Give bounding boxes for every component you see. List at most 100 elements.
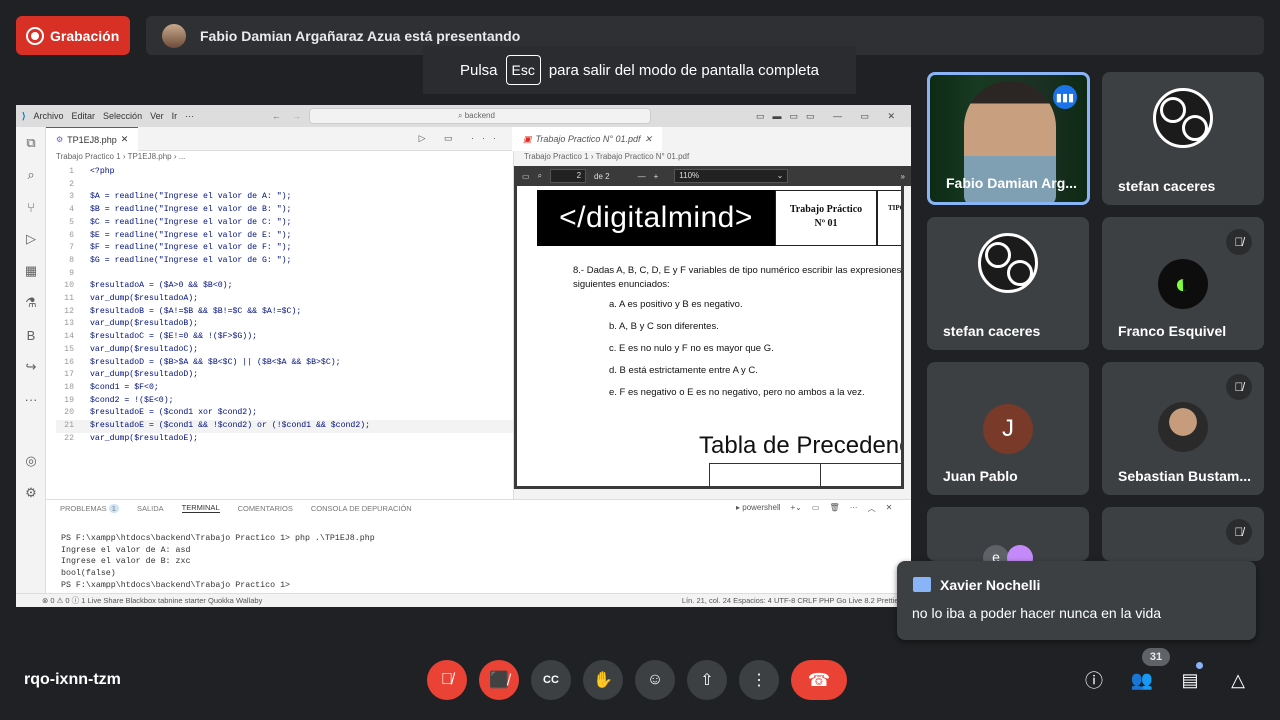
more-options-button[interactable]: ⋮ [739, 660, 779, 700]
code-line[interactable]: 17 var_dump($resultadoD); [56, 369, 516, 382]
close-icon[interactable]: ✕ [645, 134, 653, 145]
code-line[interactable]: 7 $F = readline("Ingrese el valor de F: "… [56, 242, 516, 255]
tab-problems[interactable]: PROBLEMAS 1 [60, 503, 119, 513]
split-icon[interactable]: ▭ [812, 503, 820, 514]
extensions-icon[interactable]: ▦ [16, 255, 46, 287]
code-line[interactable]: 14 $resultadoC = ($E!=0 && !($F>$G)); [56, 331, 516, 344]
chevron-up-icon[interactable]: ︿ [868, 503, 876, 514]
account-icon[interactable]: ◎ [16, 445, 46, 477]
back-arrow-icon[interactable]: ← [272, 111, 281, 121]
add-terminal-icon[interactable]: +⌄ [791, 503, 802, 514]
command-search[interactable]: ⌕ backend [309, 108, 651, 124]
reactions-button[interactable]: ☺ [635, 660, 675, 700]
participant-tile[interactable]: stefan caceres [927, 217, 1089, 350]
participant-tile[interactable]: J Juan Pablo [927, 362, 1089, 495]
captions-button[interactable]: CC [531, 660, 571, 700]
editor-actions[interactable]: ▷ ▭ ··· [419, 133, 504, 144]
raise-hand-button[interactable]: ✋ [583, 660, 623, 700]
recording-indicator[interactable]: Grabación [16, 16, 130, 55]
code-line[interactable]: 4 $B = readline("Ingrese el valor de B: "… [56, 204, 516, 217]
participant-tile[interactable]: e [927, 507, 1089, 561]
breadcrumb[interactable]: Trabajo Practico 1 › TP1EJ8.php › ... [56, 152, 185, 161]
code-line[interactable]: 2 [56, 179, 516, 192]
terminal-output[interactable]: PS F:\xampp\htdocs\backend\Trabajo Pract… [61, 533, 375, 592]
camera-toggle-button[interactable]: ⬛̸ [479, 660, 519, 700]
terminal-shell[interactable]: ▸ powershell [736, 503, 781, 514]
info-button[interactable]: ⓘ [1082, 668, 1106, 692]
menu-file[interactable]: Archivo [34, 111, 64, 121]
run-debug-icon[interactable]: ▷ [16, 223, 46, 255]
pdf-page[interactable]: </digitalmind> Trabajo Práctico Nº 01 TIP… [514, 186, 904, 489]
menu-go[interactable]: Ir [172, 111, 178, 121]
code-line[interactable]: 11 var_dump($resultadoA); [56, 293, 516, 306]
code-line[interactable]: 10 $resultadoA = ($A>0 && $B<0); [56, 280, 516, 293]
code-line[interactable]: 15 var_dump($resultadoC); [56, 344, 516, 357]
tab-comments[interactable]: COMENTARIOS [238, 504, 293, 513]
zoom-select[interactable]: 110% ⌄ [674, 169, 789, 183]
menu-more[interactable]: ··· [185, 111, 194, 121]
mic-toggle-button[interactable]: 🎙̸ [427, 660, 467, 700]
pdf-breadcrumb[interactable]: Trabajo Practico 1 › Trabajo Practico N°… [524, 152, 689, 161]
settings-gear-icon[interactable]: ⚙ [16, 477, 46, 509]
search-icon[interactable]: ⌕ [538, 171, 542, 181]
code-line[interactable]: 18 $cond1 = $F<0; [56, 382, 516, 395]
chat-notification[interactable]: Xavier Nochelli no lo iba a poder hacer … [897, 561, 1256, 640]
line-number: 18 [64, 382, 74, 392]
menu-view[interactable]: Ver [150, 111, 164, 121]
activities-button[interactable]: △ [1226, 668, 1250, 692]
tab-terminal[interactable]: TERMINAL [181, 503, 220, 513]
menu-edit[interactable]: Editar [72, 111, 96, 121]
code-line[interactable]: 8 $G = readline("Ingrese el valor de G: "… [56, 255, 516, 268]
status-left[interactable]: ⊗ 0 ⚠ 0 ⓘ 1 Live Share Blackbox tabnine … [16, 595, 262, 606]
tab-output[interactable]: SALIDA [137, 504, 164, 513]
participant-tile[interactable]: 🎙̸ [1102, 507, 1264, 561]
zoom-in-icon[interactable]: + [654, 172, 659, 181]
code-line[interactable]: 12 $resultadoB = ($A!=$B && $B!=$C && $A!… [56, 306, 516, 319]
people-button[interactable]: 👥 [1130, 668, 1154, 692]
tab-debug-console[interactable]: CONSOLA DE DEPURACIÓN [311, 504, 412, 513]
leave-call-button[interactable]: ☎ [791, 660, 847, 700]
participant-tile[interactable]: 🎙̸ Sebastian Bustam... [1102, 362, 1264, 495]
search-icon[interactable]: ⌕ [16, 159, 46, 191]
line-number: 10 [64, 281, 74, 291]
window-controls[interactable]: ▭▬▭▭ — ▭ ✕ [756, 111, 903, 122]
code-line[interactable]: 1 <?php [56, 166, 516, 179]
forward-arrow-icon[interactable]: → [292, 111, 301, 121]
tab-tp1ej8[interactable]: ⚙ TP1EJ8.php ✕ [46, 127, 139, 151]
testing-icon[interactable]: ⚗ [16, 287, 46, 319]
code-line[interactable]: 16 $resultadoD = ($B>$A && $B<$C) || ($B<… [56, 357, 516, 370]
present-button[interactable]: ⇧ [687, 660, 727, 700]
code-line[interactable]: 3 $A = readline("Ingrese el valor de A: "… [56, 191, 516, 204]
more-icon[interactable]: ··· [850, 503, 858, 514]
close-icon[interactable]: ✕ [121, 134, 129, 145]
zoom-out-icon[interactable]: — [638, 172, 646, 181]
code-line[interactable]: 9 [56, 268, 516, 281]
explorer-icon[interactable]: ⧉ [16, 127, 46, 159]
participant-tile[interactable]: 🎙̸ ◐ Franco Esquivel [1102, 217, 1264, 350]
chat-button[interactable]: ▤ [1178, 668, 1202, 692]
source-control-icon[interactable]: ⑂ [16, 191, 46, 223]
menu-selection[interactable]: Selección [103, 111, 142, 121]
more-tools-icon[interactable]: » [901, 172, 911, 181]
code-line[interactable]: 19 $cond2 = !($E<0); [56, 395, 516, 408]
trash-icon[interactable]: 🗑 [829, 503, 839, 514]
code-line[interactable]: 13 var_dump($resultadoB); [56, 318, 516, 331]
blackbox-icon[interactable]: B [16, 319, 46, 351]
code-line[interactable]: 5 $C = readline("Ingrese el valor de C: "… [56, 217, 516, 230]
page-input[interactable]: 2 [550, 169, 587, 183]
code-line[interactable]: 22 var_dump($resultadoE); [56, 433, 516, 446]
code-line[interactable]: 6 $E = readline("Ingrese el valor de E: "… [56, 230, 516, 243]
close-icon[interactable]: ✕ [886, 503, 893, 514]
participant-tile[interactable]: ▮▮▮ Fabio Damian Arg... [927, 72, 1090, 205]
status-right[interactable]: Lín. 21, col. 24 Espacios: 4 UTF-8 CRLF … [682, 596, 911, 605]
sidebar-toggle-icon[interactable]: ▭ [522, 172, 530, 181]
tipo-header: TIPO [877, 190, 901, 246]
code-line[interactable]: 20 $resultadoE = ($cond1 xor $cond2); [56, 407, 516, 420]
tab-pdf[interactable]: ▣ Trabajo Practico N° 01.pdf ✕ [513, 127, 663, 151]
line-text: $resultadoD = ($B>$A && $B<$C) || ($B<$A… [90, 357, 341, 367]
code-editor[interactable]: 1 <?php 2 3 $A = readline("Ingrese el valor … [56, 166, 516, 556]
live-share-icon[interactable]: ↪ [16, 351, 46, 383]
code-line[interactable]: 21 $resultadoE = ($cond1 && !$cond2) or (… [56, 420, 516, 433]
participant-tile[interactable]: stefan caceres [1102, 72, 1264, 205]
more-icon[interactable]: ··· [16, 383, 46, 415]
